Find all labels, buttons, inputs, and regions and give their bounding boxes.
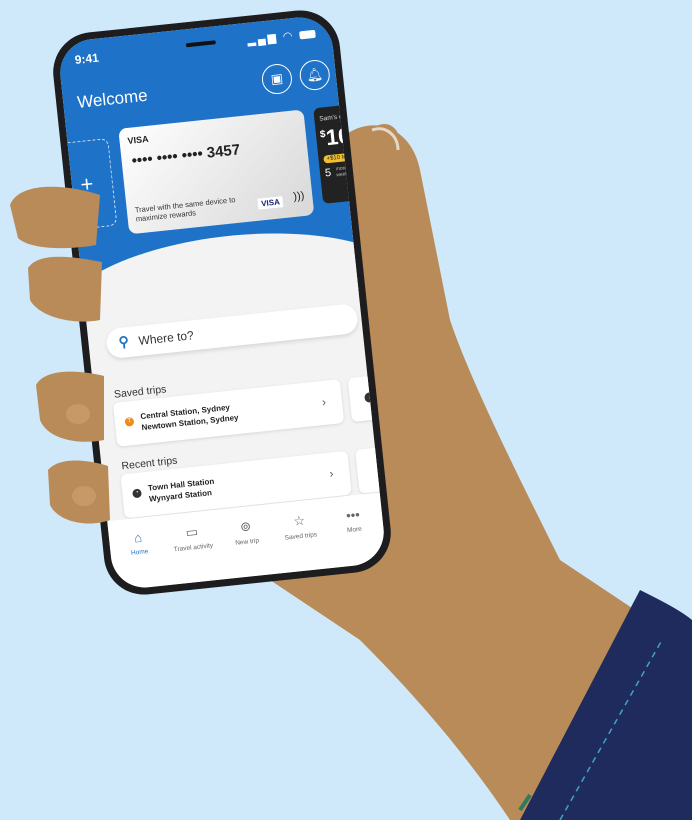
fingers (10, 186, 110, 524)
scene: 9:41 ▂▄▆ ◠ Welcome ▣ 🔔︎ + VISA •••• ••••… (0, 0, 692, 820)
sleeve (520, 590, 692, 820)
fingers-and-sleeve (10, 186, 692, 820)
